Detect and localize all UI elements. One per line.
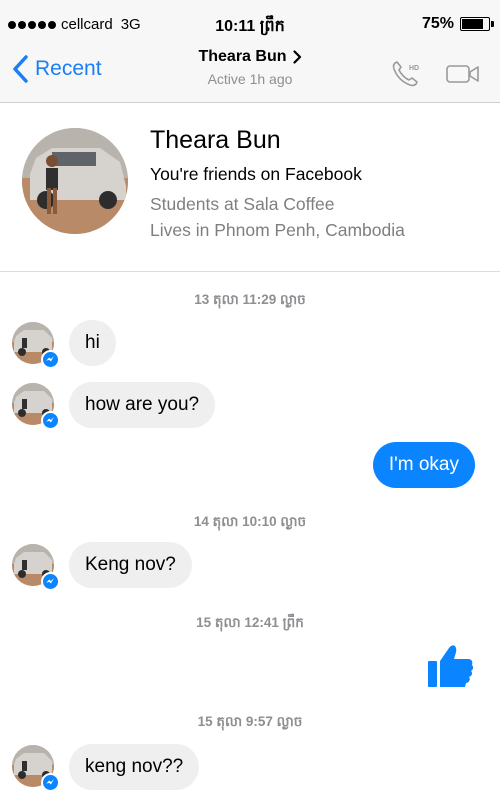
- friends-status: You're friends on Facebook: [150, 164, 362, 184]
- profile-avatar[interactable]: [22, 128, 128, 234]
- battery-percent: 75%: [421, 15, 454, 32]
- sender-avatar[interactable]: [12, 322, 60, 369]
- message-bubble-incoming[interactable]: hi: [69, 320, 116, 366]
- message-bubble-incoming[interactable]: Keng nov?: [69, 542, 192, 588]
- phone-hd-icon[interactable]: HD: [391, 60, 423, 88]
- message-bubble-incoming[interactable]: how are you?: [69, 382, 216, 428]
- battery-icon: [460, 17, 494, 31]
- sender-avatar[interactable]: [12, 383, 60, 430]
- status-right: 75%: [421, 15, 494, 33]
- video-camera-icon[interactable]: [445, 62, 481, 86]
- messenger-icon: [41, 350, 60, 369]
- profile-work: Students at Sala Coffee: [150, 194, 335, 214]
- messenger-icon: [41, 773, 60, 792]
- message-timestamp: 15 តុលា 9:57 ល្ងាច: [197, 714, 303, 729]
- active-status: Active 1h ago: [207, 71, 293, 87]
- profile-name: Theara Bun: [150, 126, 281, 154]
- message-timestamp: 14 តុលា 10:10 ល្ងាច: [193, 514, 307, 529]
- battery-fill: [462, 19, 483, 29]
- messenger-icon: [41, 411, 60, 430]
- contact-name-row[interactable]: Theara Bun: [198, 48, 301, 66]
- profile-location: Lives in Phnom Penh, Cambodia: [150, 220, 405, 240]
- status-bar: cellcard 3G 10:11 ព្រឹក 75%: [0, 0, 500, 40]
- sender-avatar[interactable]: [12, 544, 60, 591]
- nav-title[interactable]: Theara Bun Active 1h ago: [0, 48, 500, 87]
- message-timestamp: 15 តុលា 12:41 ព្រឹក: [196, 615, 304, 630]
- message-bubble-incoming[interactable]: keng nov??: [69, 744, 200, 790]
- message-timestamp: 13 តុលា 11:29 ល្ងាច: [194, 292, 306, 307]
- sender-avatar[interactable]: [12, 745, 60, 792]
- chevron-right-icon: [292, 50, 301, 64]
- message-bubble-outgoing[interactable]: I'm okay: [372, 442, 475, 488]
- profile-header: Theara Bun You're friends on Facebook St…: [0, 104, 500, 272]
- messenger-icon: [41, 572, 60, 591]
- thumbs-up-icon[interactable]: [425, 640, 475, 690]
- call-hd-badge: HD: [409, 65, 419, 72]
- contact-name: Theara Bun: [198, 48, 287, 65]
- profile-photo: [22, 128, 128, 234]
- nav-bar: Recent Theara Bun Active 1h ago HD: [0, 40, 500, 103]
